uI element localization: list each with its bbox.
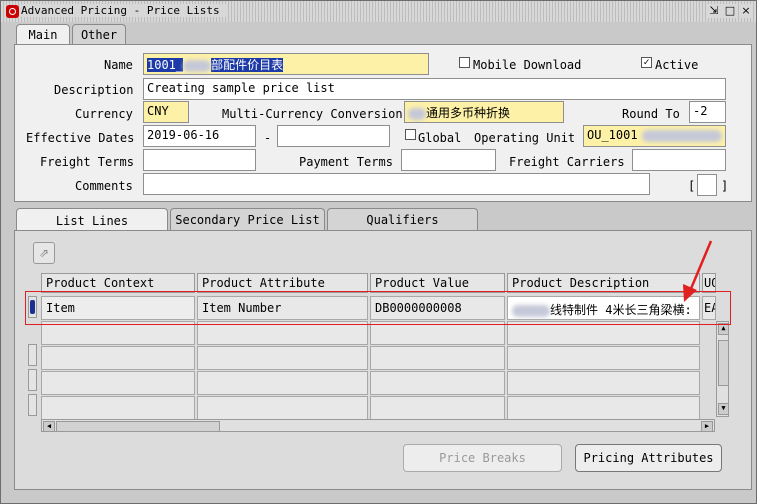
- comments-label: Comments: [75, 179, 133, 193]
- effective-to-field[interactable]: [277, 125, 390, 147]
- pricing-attributes-button[interactable]: Pricing Attributes: [575, 444, 722, 472]
- empty-cell[interactable]: [370, 371, 505, 395]
- effective-from-field[interactable]: 2019-06-16: [143, 125, 256, 147]
- col-product-value[interactable]: Product Value: [370, 273, 505, 293]
- multi-currency-label: Multi-Currency Conversion: [222, 107, 403, 121]
- date-separator: -: [264, 131, 272, 145]
- empty-cell[interactable]: [197, 371, 368, 395]
- currency-label: Currency: [75, 107, 133, 121]
- dff-bracket-right: ]: [721, 179, 729, 193]
- dff-bracket-left: [: [688, 179, 696, 193]
- annotation-arrow: [683, 240, 713, 302]
- scroll-left-icon[interactable]: ◀: [43, 421, 55, 432]
- round-to-label: Round To: [622, 107, 680, 121]
- row-selector[interactable]: [28, 344, 37, 366]
- col-product-context[interactable]: Product Context: [41, 273, 195, 293]
- h-scroll-thumb[interactable]: [56, 421, 220, 432]
- mobile-download-checkbox[interactable]: [459, 57, 470, 68]
- annotation-highlight-box: [25, 291, 731, 325]
- row-selector[interactable]: [28, 369, 37, 391]
- empty-cell[interactable]: [370, 396, 505, 420]
- effective-dates-label: Effective Dates: [26, 131, 135, 145]
- freight-terms-label: Freight Terms: [40, 155, 134, 169]
- description-label: Description: [54, 83, 134, 97]
- tab-other[interactable]: Other: [72, 24, 126, 45]
- restore-icon[interactable]: ⇲: [707, 4, 721, 18]
- descriptive-flexfield[interactable]: [697, 174, 717, 196]
- tab-list-lines[interactable]: List Lines: [16, 208, 168, 232]
- tab-qualifiers[interactable]: Qualifiers: [327, 208, 478, 230]
- horizontal-scrollbar[interactable]: ◀ ▶: [41, 419, 715, 432]
- comments-field[interactable]: [143, 173, 650, 195]
- window-title: Advanced Pricing - Price Lists: [21, 4, 226, 17]
- freight-carriers-label: Freight Carriers: [509, 155, 625, 169]
- multi-currency-field[interactable]: 通用多币种折换: [404, 101, 564, 123]
- empty-cell[interactable]: [507, 396, 700, 420]
- price-breaks-button[interactable]: Price Breaks: [403, 444, 562, 472]
- tab-main[interactable]: Main: [16, 24, 70, 45]
- col-product-attribute[interactable]: Product Attribute: [197, 273, 368, 293]
- freight-terms-field[interactable]: [143, 149, 256, 171]
- folder-icon[interactable]: ⇗: [33, 242, 55, 264]
- currency-field[interactable]: CNY: [143, 101, 189, 123]
- payment-terms-field[interactable]: [401, 149, 496, 171]
- empty-cell[interactable]: [197, 346, 368, 370]
- description-field[interactable]: Creating sample price list: [143, 78, 726, 100]
- tab-secondary-price-list[interactable]: Secondary Price List: [170, 208, 325, 230]
- empty-cell[interactable]: [197, 396, 368, 420]
- payment-terms-label: Payment Terms: [299, 155, 393, 169]
- empty-cell[interactable]: [41, 346, 195, 370]
- name-label: Name: [104, 58, 133, 72]
- freight-carriers-field[interactable]: [632, 149, 726, 171]
- close-icon[interactable]: ×: [739, 4, 753, 18]
- oracle-app-icon: [6, 5, 19, 18]
- active-label: Active: [655, 58, 699, 72]
- maximize-icon[interactable]: □: [723, 4, 737, 18]
- name-field[interactable]: 1001_ 部配件价目表: [143, 53, 429, 75]
- operating-unit-label: Operating Unit: [474, 131, 576, 145]
- empty-cell[interactable]: [370, 346, 505, 370]
- mobile-download-label: Mobile Download: [473, 58, 582, 72]
- empty-cell[interactable]: [41, 371, 195, 395]
- operating-unit-field[interactable]: OU_1001: [583, 125, 726, 147]
- active-checkbox[interactable]: ✓: [641, 57, 652, 68]
- title-bar[interactable]: Advanced Pricing - Price Lists ⇲ □ ×: [1, 1, 756, 22]
- vertical-scrollbar[interactable]: ▲ ▼: [716, 321, 729, 417]
- scroll-thumb[interactable]: [718, 340, 729, 386]
- scroll-down-icon[interactable]: ▼: [718, 403, 729, 415]
- global-label: Global: [418, 131, 462, 145]
- empty-cell[interactable]: [507, 371, 700, 395]
- scroll-right-icon[interactable]: ▶: [701, 421, 713, 432]
- global-checkbox[interactable]: [405, 129, 416, 140]
- row-selector[interactable]: [28, 394, 37, 416]
- empty-cell[interactable]: [507, 346, 700, 370]
- round-to-field[interactable]: -2: [689, 101, 726, 123]
- empty-cell[interactable]: [41, 396, 195, 420]
